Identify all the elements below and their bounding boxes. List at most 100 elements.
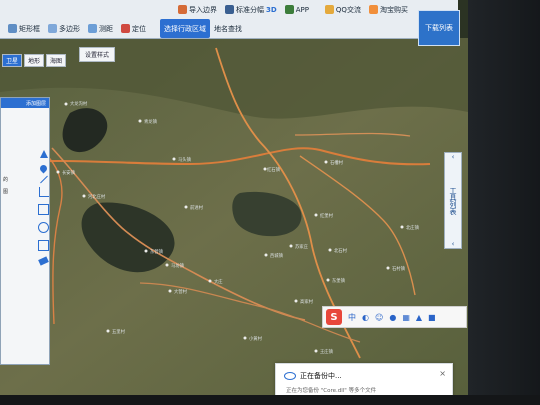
toolbar-row-1: 导入边界 标准分幅 3D APP QQ交流 淘宝购买 <box>0 0 458 19</box>
map-label: 北庄镇 <box>406 224 420 231</box>
map-label: 东堡镇 <box>332 277 346 284</box>
rectangle-draw-icon[interactable] <box>38 204 49 215</box>
layer-panel-header: 添加图层 <box>1 98 49 108</box>
map-label: 北石村 <box>334 247 348 254</box>
tool-list-label: 工具列表 <box>449 186 457 215</box>
map-label: 五里村 <box>112 328 126 335</box>
map-label: 长安镇 <box>62 169 76 176</box>
rectangle-button[interactable]: 矩形框 <box>4 20 44 37</box>
ime-language[interactable]: 中 <box>348 312 356 323</box>
locate-button[interactable]: 定位 <box>117 20 150 37</box>
square-draw-icon[interactable] <box>38 240 49 251</box>
download-list-label: 下载列表 <box>425 24 453 32</box>
map-label: 马坊镇 <box>171 262 185 269</box>
top-toolbar: 导入边界 标准分幅 3D APP QQ交流 淘宝购买 矩形框 多边形 测距 定位… <box>0 0 458 39</box>
map-label: 石村镇 <box>392 265 406 272</box>
mic-icon[interactable]: ● <box>389 313 396 322</box>
map-label: 王庄镇 <box>320 348 334 355</box>
map-label: 红石镇 <box>267 166 281 173</box>
cloud-icon <box>284 372 296 380</box>
layer-panel-title: 添加图层 <box>25 100 46 107</box>
polyline-icon[interactable] <box>38 187 49 197</box>
taobao-icon <box>368 5 378 14</box>
measure-label: 测距 <box>99 24 113 33</box>
qq-icon <box>324 5 334 14</box>
download-list-button[interactable]: 下载列表 <box>418 10 460 46</box>
chevron-left-icon-bottom[interactable]: ‹ <box>452 240 455 248</box>
landmark-button[interactable]: 地名查找 <box>210 20 246 37</box>
tab-satellite[interactable]: 卫星 <box>2 54 23 67</box>
polygon-icon <box>48 24 57 33</box>
tab-terrain[interactable]: 地形 <box>24 54 45 67</box>
locate-icon <box>121 24 130 33</box>
qq-button[interactable]: QQ交流 <box>321 1 365 18</box>
map-label: 大龙沟村 <box>70 100 88 107</box>
polygon-button[interactable]: 多边形 <box>44 20 84 37</box>
tab-nautical[interactable]: 海图 <box>46 54 67 67</box>
import-boundary-label: 导入边界 <box>189 5 217 14</box>
monitor-bottom-bezel <box>0 395 540 405</box>
grid-icon <box>225 5 234 14</box>
3d-label: 3D <box>266 5 277 14</box>
measure-button[interactable]: 测距 <box>84 20 117 37</box>
map-label: 红堡村 <box>320 212 334 219</box>
emoji-icon[interactable]: ☺ <box>375 313 383 322</box>
map-label: 西城镇 <box>270 252 284 259</box>
taobao-label: 淘宝购买 <box>379 5 408 14</box>
locate-label: 定位 <box>132 24 146 33</box>
qq-label: QQ交流 <box>335 5 361 14</box>
standard-grid-button[interactable]: 标准分幅 3D <box>221 1 281 18</box>
map-label: 苏家庄 <box>295 243 309 250</box>
set-style-button[interactable]: 设置样式 <box>79 47 116 62</box>
map-canvas[interactable]: 大龙沟村 青龙镇 长安镇 马头镇 红石镇 石槽村 红堡村 河北庄村 前进村 东营… <box>0 38 468 395</box>
layer-text-line: 的 <box>3 177 9 183</box>
region-select-button[interactable]: 选择行政区域 <box>160 19 210 38</box>
app-button[interactable]: APP <box>281 1 313 18</box>
toolbar-row-2: 矩形框 多边形 测距 定位 选择行政区域 地名查找 <box>0 19 458 38</box>
drawing-tools <box>37 150 50 266</box>
screen: 大龙沟村 青龙镇 长安镇 马头镇 红石镇 石槽村 红堡村 河北庄村 前进村 东营… <box>0 0 468 395</box>
moon-icon[interactable]: ◐ <box>362 313 369 322</box>
import-boundary-button[interactable]: 导入边界 <box>174 1 221 18</box>
rectangle-icon <box>8 24 17 33</box>
chevron-left-icon[interactable]: ‹ <box>452 153 455 161</box>
keyboard-icon[interactable]: ▦ <box>402 313 410 322</box>
ime-toolbar: S 中 ◐ ☺ ● ▦ ▲ ■ <box>322 306 467 328</box>
layer-text-line: 图 <box>3 189 9 195</box>
map-label: 青龙镇 <box>144 118 158 125</box>
map-label: 马头镇 <box>178 156 192 163</box>
import-boundary-icon <box>178 5 187 14</box>
app-label: APP <box>295 5 309 14</box>
landmark-label: 地名查找 <box>214 24 242 33</box>
tool-list-strip[interactable]: ‹ 工具列表 ‹ <box>444 152 462 249</box>
pointer-icon[interactable] <box>39 150 48 158</box>
backup-notification: 正在备份中... 正在为您备份 "Core.dll" 等多个文件 × <box>275 363 453 395</box>
standard-grid-label: 标准分幅 <box>236 5 264 14</box>
map-label: 小黄村 <box>249 335 263 342</box>
line-icon[interactable] <box>39 175 48 184</box>
satellite-map[interactable]: 大龙沟村 青龙镇 长安镇 马头镇 红石镇 石槽村 红堡村 河北庄村 前进村 东营… <box>0 38 468 395</box>
close-icon[interactable]: × <box>439 369 446 378</box>
app-icon <box>284 5 294 14</box>
marker-icon[interactable] <box>38 163 49 174</box>
set-style-label: 设置样式 <box>85 52 110 59</box>
polygon-label: 多边形 <box>59 24 80 33</box>
rectangle-label: 矩形框 <box>19 24 40 33</box>
map-label: 东营镇 <box>150 248 164 255</box>
map-label: 前进村 <box>190 204 204 211</box>
circle-draw-icon[interactable] <box>38 222 49 233</box>
map-label: 高家村 <box>300 298 314 305</box>
map-label: 大营村 <box>174 288 188 295</box>
map-type-tabs: 卫星 地形 海图 <box>2 54 67 67</box>
region-select-label: 选择行政区域 <box>164 24 206 33</box>
map-label: 河北庄村 <box>88 193 106 200</box>
sogou-logo-icon: S <box>326 309 342 325</box>
monitor-right-bezel <box>468 0 540 405</box>
skin-icon[interactable]: ▲ <box>416 313 422 322</box>
taobao-button[interactable]: 淘宝购买 <box>365 1 412 18</box>
settings-icon[interactable]: ■ <box>428 313 436 322</box>
map-label: 石槽村 <box>330 159 344 166</box>
map-label: 大庄 <box>214 278 223 285</box>
ruler-icon <box>88 24 97 33</box>
backup-title: 正在备份中... <box>300 372 342 380</box>
